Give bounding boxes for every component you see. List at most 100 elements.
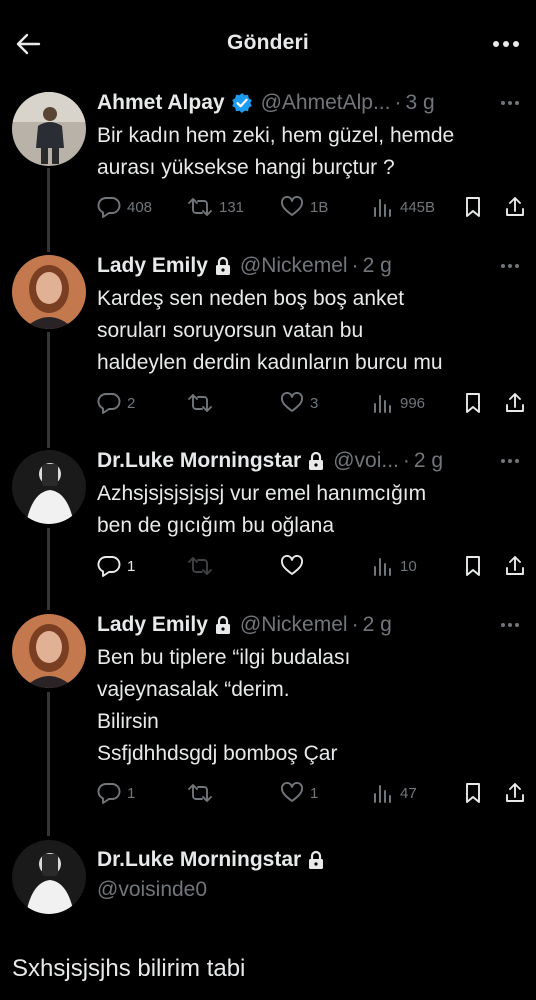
- timestamp[interactable]: 3 g: [405, 91, 434, 115]
- author-name[interactable]: Lady Emily: [97, 613, 208, 637]
- share-button[interactable]: [504, 193, 526, 221]
- like-button[interactable]: 1: [280, 779, 318, 807]
- bookmark-button[interactable]: [463, 779, 483, 807]
- tweet-text: Sxhsjsjsjhs bilirim tabi: [12, 955, 246, 982]
- reply-icon: [97, 197, 121, 218]
- reply-button[interactable]: 1: [97, 552, 135, 580]
- tweet-more-button[interactable]: [498, 446, 522, 476]
- bookmark-button[interactable]: [463, 193, 483, 221]
- share-button[interactable]: [504, 779, 526, 807]
- repost-icon: [188, 784, 212, 802]
- views-count: 47: [400, 784, 417, 802]
- repost-icon: [188, 394, 212, 412]
- lock-icon: [214, 256, 232, 276]
- like-button[interactable]: [280, 552, 304, 580]
- author-handle[interactable]: @AhmetAlp...: [261, 91, 391, 115]
- tweet-text: Azhsjsjsjsjsjsj vur emel hanımcığım ben …: [97, 482, 427, 537]
- like-button[interactable]: 1B: [280, 193, 328, 221]
- timestamp[interactable]: 2 g: [363, 613, 392, 637]
- lock-icon: [307, 451, 325, 471]
- author-name[interactable]: Dr.Luke Morningstar: [97, 449, 301, 473]
- author-name[interactable]: Ahmet Alpay: [97, 91, 225, 115]
- reply-button[interactable]: 1: [97, 779, 135, 807]
- thread-line: [47, 332, 50, 448]
- share-button[interactable]: [504, 389, 526, 417]
- views-count: 445B: [400, 198, 436, 216]
- tweet-actions: 2 3 996: [97, 389, 524, 417]
- heart-icon: [281, 555, 303, 575]
- reply-icon: [97, 556, 121, 577]
- page-title: Gönderi: [227, 31, 309, 54]
- like-count: 1: [310, 784, 319, 802]
- reply-icon: [97, 393, 121, 414]
- reply-button[interactable]: 408: [97, 193, 152, 221]
- views-chart-icon: [374, 395, 391, 413]
- bookmark-button[interactable]: [463, 552, 483, 580]
- reply-icon: [97, 783, 121, 804]
- repost-count: 131: [219, 198, 245, 216]
- reply-count: 1: [127, 784, 136, 802]
- more-horizontal-icon: [501, 459, 519, 463]
- more-horizontal-icon: [501, 101, 519, 105]
- verified-badge-icon: [231, 92, 253, 114]
- views-count: 10: [400, 557, 417, 575]
- repost-icon: [188, 198, 212, 216]
- author-handle[interactable]: @Nickemel: [240, 613, 348, 637]
- avatar[interactable]: [12, 450, 86, 524]
- like-button[interactable]: 3: [280, 389, 318, 417]
- author-handle[interactable]: @Nickemel: [240, 254, 348, 278]
- heart-icon: [281, 392, 303, 412]
- bookmark-button[interactable]: [463, 389, 483, 417]
- more-horizontal-icon: [501, 264, 519, 268]
- author-name[interactable]: Dr.Luke Morningstar: [97, 848, 301, 872]
- reply-count: 408: [127, 198, 153, 216]
- lock-icon: [307, 850, 325, 870]
- repost-button[interactable]: [187, 779, 213, 807]
- tweet-more-button[interactable]: [498, 88, 522, 118]
- author-name[interactable]: Lady Emily: [97, 254, 208, 278]
- views-button[interactable]: 10: [372, 552, 417, 580]
- more-horizontal-icon: [501, 623, 519, 627]
- views-chart-icon: [374, 785, 391, 803]
- tweet-more-button[interactable]: [498, 610, 522, 640]
- views-chart-icon: [374, 558, 391, 576]
- thread-line: [47, 168, 50, 252]
- author-handle[interactable]: @voi...: [333, 449, 399, 473]
- repost-button[interactable]: [187, 552, 213, 580]
- bookmark-icon: [466, 556, 480, 576]
- lock-icon: [214, 615, 232, 635]
- views-button[interactable]: 996: [372, 389, 425, 417]
- avatar[interactable]: [12, 614, 86, 688]
- avatar[interactable]: [12, 255, 86, 329]
- author-handle[interactable]: @voisinde0: [97, 878, 207, 902]
- views-chart-icon: [374, 199, 391, 217]
- share-icon: [506, 393, 524, 412]
- thread-line: [47, 692, 50, 836]
- repost-button[interactable]: [187, 389, 213, 417]
- tweet-text: Kardeş sen neden boş boş anket soruları …: [97, 287, 443, 374]
- heart-icon: [281, 196, 303, 216]
- share-icon: [506, 783, 524, 802]
- tweet-text: Ben bu tiplere “ilgi budalası vajeynasal…: [97, 646, 351, 765]
- like-count: 3: [310, 394, 319, 412]
- reply-count: 1: [127, 557, 136, 575]
- reply-button[interactable]: 2: [97, 389, 135, 417]
- repost-icon: [188, 557, 212, 575]
- views-button[interactable]: 445B: [372, 193, 435, 221]
- tweet-actions: 1 1 47: [97, 779, 524, 807]
- top-bar: Gönderi: [0, 0, 536, 88]
- share-icon: [506, 556, 524, 575]
- heart-icon: [281, 782, 303, 802]
- timestamp[interactable]: 2 g: [414, 449, 443, 473]
- tweet-actions: 1 10: [97, 552, 524, 580]
- bookmark-icon: [466, 197, 480, 217]
- views-button[interactable]: 47: [372, 779, 417, 807]
- tweet-more-button[interactable]: [498, 251, 522, 281]
- more-button[interactable]: [486, 28, 526, 60]
- avatar[interactable]: [12, 840, 86, 914]
- share-button[interactable]: [504, 552, 526, 580]
- avatar[interactable]: [12, 92, 86, 166]
- timestamp[interactable]: 2 g: [363, 254, 392, 278]
- repost-button[interactable]: 131: [187, 193, 244, 221]
- bookmark-icon: [466, 393, 480, 413]
